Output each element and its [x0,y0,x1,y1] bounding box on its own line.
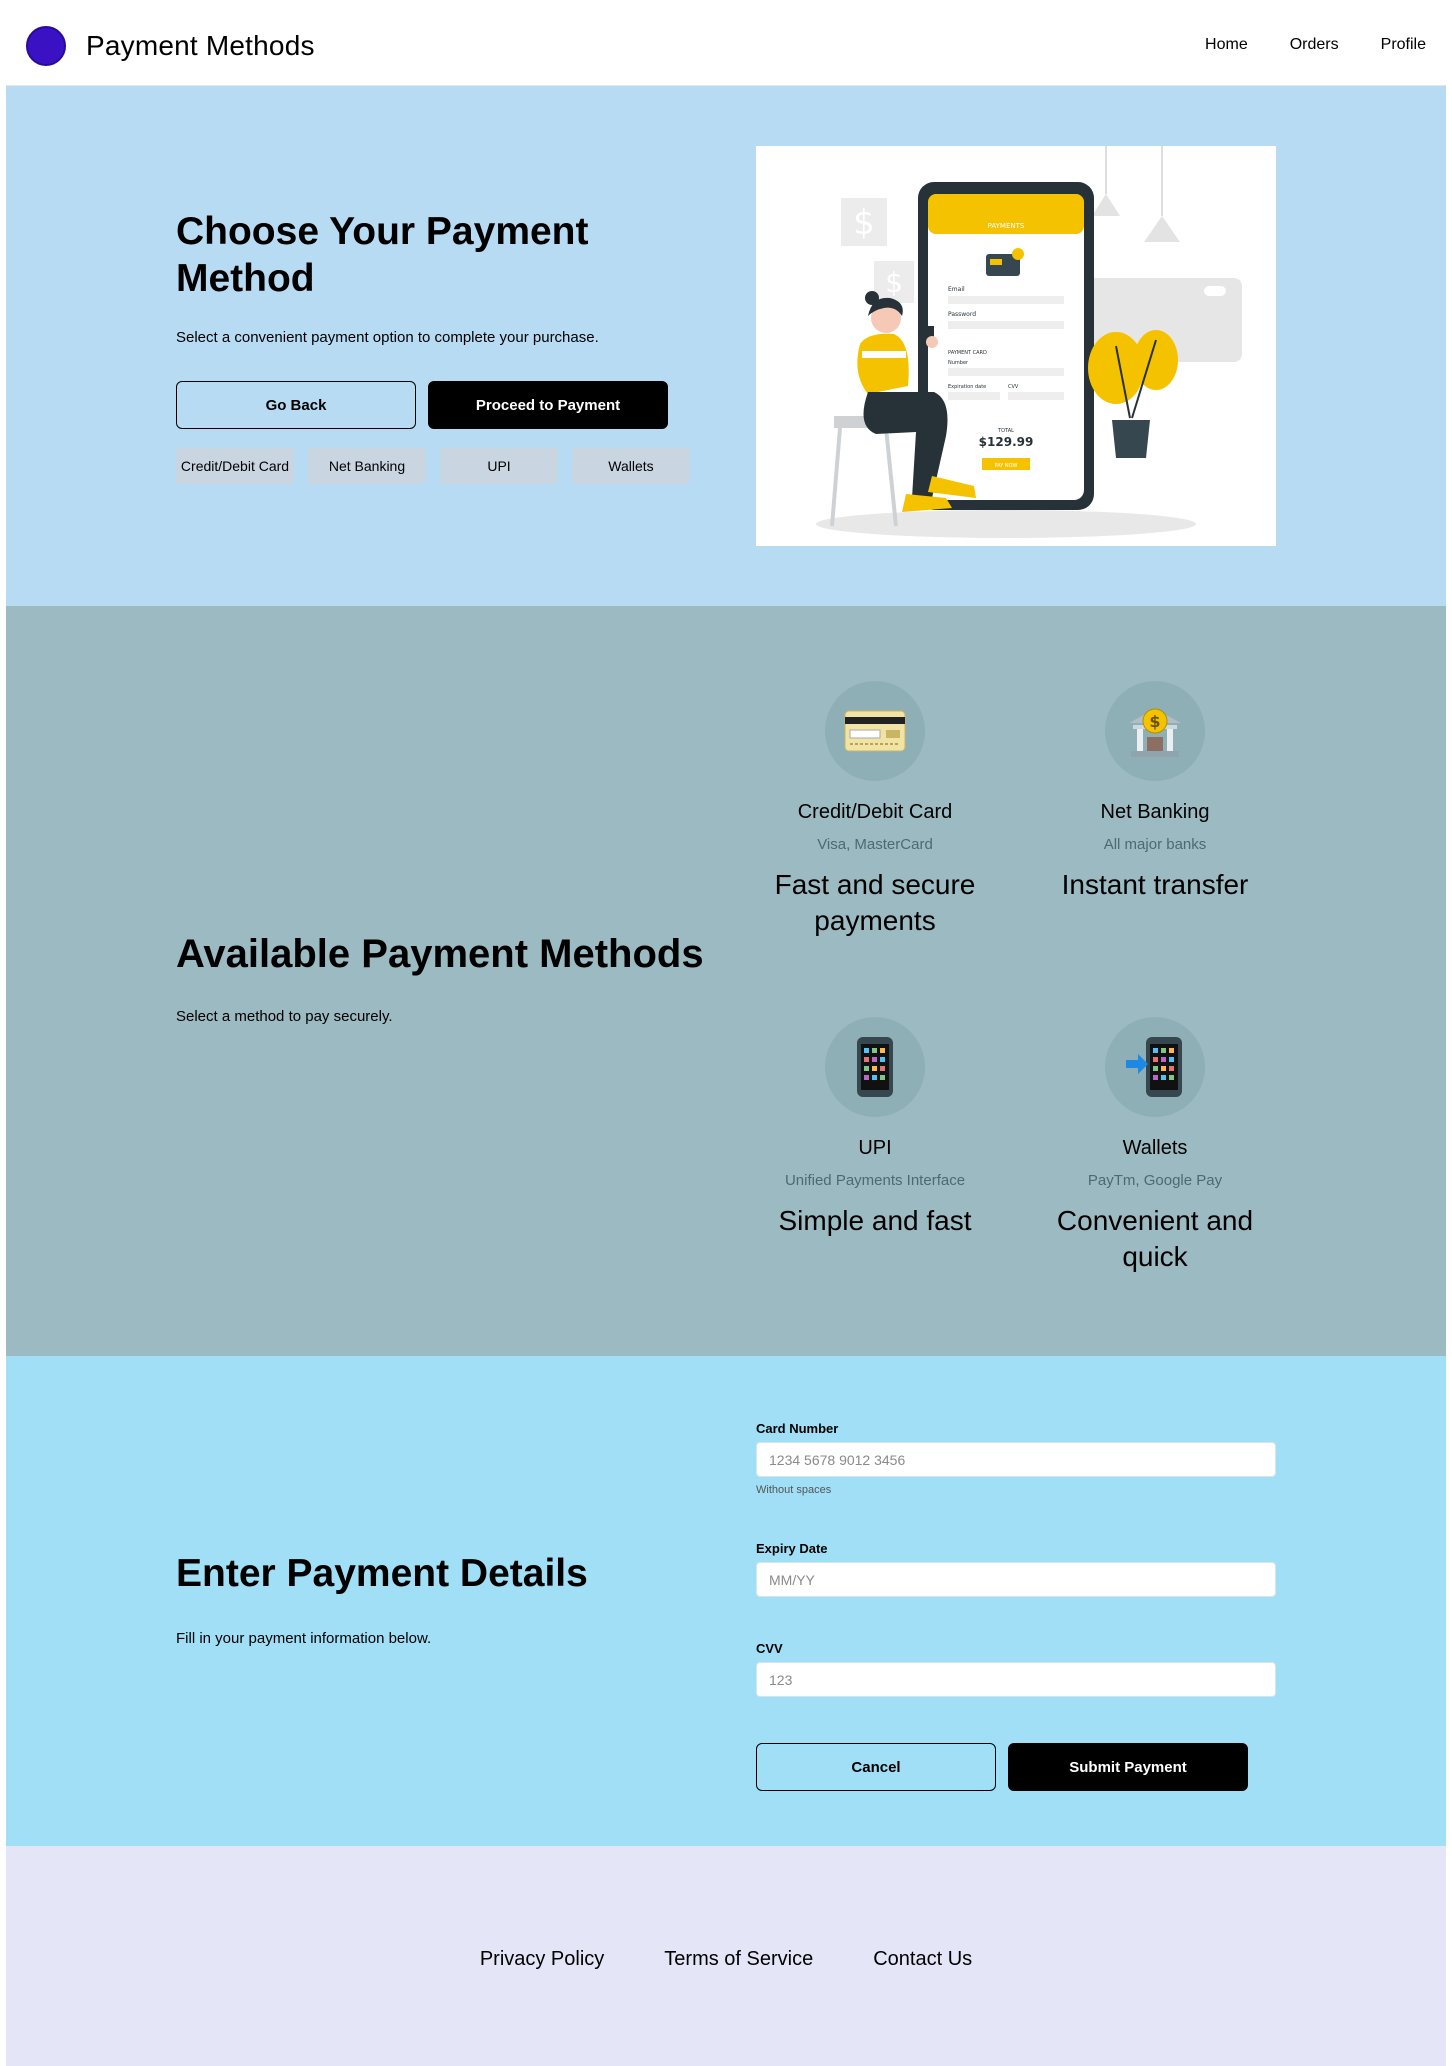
details-subtitle: Fill in your payment information below. [176,1630,432,1647]
page: Payment Methods Home Orders Profile Choo… [6,6,1446,2066]
chip-net-banking[interactable]: Net Banking [308,448,426,484]
contact-us-link[interactable]: Contact Us [873,1948,972,1971]
method-detail-upi: Unified Payments Interface [784,1172,966,1189]
illustration-total-label: TOTAL [997,428,1014,434]
hero-section: Choose Your Payment Method Select a conv… [6,86,1446,606]
method-detail-credit-debit: Visa, MasterCard [817,836,933,853]
method-card-net-banking[interactable]: $ Net Banking All major banks Instant tr… [1040,681,1270,903]
chip-upi[interactable]: UPI [440,448,558,484]
illustration-screen-title: PAYMENTS [988,222,1025,230]
method-name-net-banking: Net Banking [1100,801,1210,823]
submit-payment-button[interactable]: Submit Payment [1008,1743,1248,1791]
hero-subtitle: Select a convenient payment option to co… [176,329,599,346]
illustration-number-label: Number [948,360,969,366]
payment-illustration-graphic: $ $ PAYMENTS Email Password PAYMENT CARD… [816,146,1242,538]
hero-title: Choose Your Payment Method [176,210,589,300]
illustration-pay-button: PAY NOW [995,463,1018,469]
illustration-cvv-label: CVV [1008,384,1019,390]
method-name-credit-debit: Credit/Debit Card [797,801,953,823]
illustration-total-value: $129.99 [979,435,1034,449]
method-name-wallets: Wallets [1122,1137,1188,1159]
method-card-credit-debit[interactable]: Credit/Debit Card Visa, MasterCard Fast … [760,681,990,939]
site-title: Payment Methods [86,30,315,61]
illustration-expiry-label: Expiration date [948,384,986,390]
method-tagline-wallets: Convenient and quick [1056,1205,1254,1272]
payment-illustration: $ $ PAYMENTS Email Password PAYMENT CARD… [756,146,1276,546]
mobile-phone-icon [825,1017,925,1117]
bank-icon: $ [1105,681,1205,781]
method-card-upi[interactable]: UPI Unified Payments Interface Simple an… [760,1017,990,1239]
privacy-policy-link[interactable]: Privacy Policy [480,1948,604,1971]
illustration-email-label: Email [948,286,965,293]
go-back-button[interactable]: Go Back [176,381,416,429]
method-card-wallets[interactable]: Wallets PayTm, Google Pay Convenient and… [1040,1017,1270,1275]
nav-profile-link[interactable]: Profile [1381,36,1426,54]
illustration-card-section: PAYMENT CARD [948,350,987,356]
method-tagline-upi: Simple and fast [778,1205,972,1236]
cancel-button[interactable]: Cancel [756,1743,996,1791]
footer-links: Privacy Policy Terms of Service Contact … [6,1948,1446,1971]
method-detail-wallets: PayTm, Google Pay [1087,1172,1223,1189]
chip-credit-debit-card[interactable]: Credit/Debit Card [176,448,294,484]
methods-subtitle: Select a method to pay securely. [176,1008,393,1025]
svg-text:$: $ [853,203,875,243]
expiry-date-label: Expiry Date [756,1541,828,1556]
expiry-date-input[interactable] [756,1562,1276,1597]
chip-wallets[interactable]: Wallets [572,448,690,484]
logo-icon[interactable] [26,26,66,66]
svg-text:$: $ [885,266,903,299]
cvv-input[interactable] [756,1662,1276,1697]
proceed-to-payment-button[interactable]: Proceed to Payment [428,381,668,429]
svg-text:$: $ [1149,712,1160,731]
credit-card-icon [825,681,925,781]
method-tagline-credit-debit: Fast and secure payments [774,869,976,936]
card-number-label: Card Number [756,1421,839,1436]
phone-arrow-icon [1105,1017,1205,1117]
nav-orders-link[interactable]: Orders [1290,36,1339,54]
details-title: Enter Payment Details [176,1552,588,1595]
illustration-password-label: Password [948,311,976,318]
card-number-hint: Without spaces [756,1484,832,1496]
card-number-input[interactable] [756,1442,1276,1477]
method-name-upi: UPI [858,1137,892,1159]
payment-details-section: Enter Payment Details Fill in your payme… [6,1356,1446,1846]
method-detail-net-banking: All major banks [1103,836,1207,853]
available-methods-section: Available Payment Methods Select a metho… [6,606,1446,1356]
methods-title: Available Payment Methods [176,932,704,976]
main-nav: Home Orders Profile [1205,36,1426,54]
footer: Privacy Policy Terms of Service Contact … [6,1846,1446,2066]
cvv-label: CVV [756,1641,783,1656]
terms-of-service-link[interactable]: Terms of Service [664,1948,813,1971]
method-tagline-net-banking: Instant transfer [1061,869,1249,900]
top-header: Payment Methods Home Orders Profile [6,6,1446,86]
nav-home-link[interactable]: Home [1205,36,1248,54]
